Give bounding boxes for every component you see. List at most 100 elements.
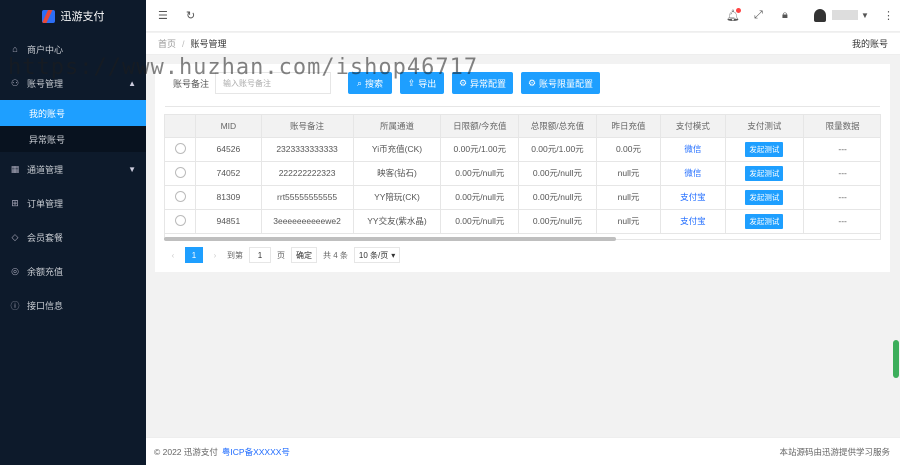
table-row[interactable]: 74052 222222222323 映客(钻石) 0.00元/null元 0.… — [165, 161, 880, 186]
sidebar-subitem-my-accounts[interactable]: 我的账号 — [0, 100, 146, 126]
header-yesterday[interactable]: 昨日充值 — [596, 115, 662, 138]
header-pay-test[interactable]: 支付测试 — [725, 115, 805, 138]
start-test-button[interactable]: 发起测试 — [745, 141, 784, 157]
main-card: 账号备注 输入账号备注 ⌕ 搜索 ⇪ 导出 ⚙ 异常配置 ⚙ 账号限量配置 MI… — [155, 64, 890, 272]
top-header: ☰ ↻ 🔔︎ ⤢ 🔒︎ ▼ ⋮ — [146, 0, 900, 32]
cell-pay-mode: 支付宝 — [680, 192, 706, 202]
row-radio[interactable] — [174, 214, 186, 226]
sidebar-item-label: 接口信息 — [27, 300, 64, 311]
sidebar-item-membership[interactable]: ◇ 会员套餐 — [0, 220, 146, 254]
cell-channel: Yi币充值(CK) — [353, 137, 442, 162]
cell-daily: 0.00元/null元 — [440, 161, 520, 186]
page-1-button[interactable]: 1 — [185, 247, 203, 263]
next-page-button[interactable]: › — [209, 251, 221, 260]
breadcrumb: 首页 / 账号管理 我的账号 — [146, 33, 900, 55]
more-icon[interactable]: ⋮ — [883, 9, 894, 22]
start-test-button[interactable]: 发起测试 — [745, 189, 784, 205]
goto-confirm-button[interactable]: 确定 — [291, 247, 317, 263]
footer-note: 本站源码由迅游提供学习服务 — [779, 446, 890, 457]
limit-config-label: 账号限量配置 — [539, 78, 594, 89]
sidebar-item-order-management[interactable]: ⊞ 订单管理 — [0, 186, 146, 220]
avatar[interactable] — [814, 9, 826, 22]
sidebar-item-label: 订单管理 — [27, 198, 64, 209]
sidebar-item-label: 通道管理 — [27, 164, 64, 175]
footer: © 2022 迅游支付 粤ICP备XXXXX号 本站源码由迅游提供学习服务 — [146, 437, 900, 465]
cell-note: 3eeeeeeeeeewe2 — [261, 209, 354, 234]
refresh-icon[interactable]: ↻ — [186, 9, 195, 22]
limit-config-button[interactable]: ⚙ 账号限量配置 — [521, 72, 600, 94]
header-total-limit[interactable]: 总限额/总充值 — [518, 115, 597, 138]
sidebar-item-balance-recharge[interactable]: ◎ 余额充值 — [0, 254, 146, 288]
table-header-row: MID 账号备注 所属通道 日限额/今充值 总限额/总充值 昨日充值 支付模式 … — [165, 115, 880, 138]
fullscreen-icon[interactable]: ⤢ — [754, 9, 763, 22]
sidebar-item-label: 余额充值 — [27, 266, 64, 277]
sidebar-item-label: 商户中心 — [27, 44, 64, 55]
icp-link[interactable]: 粤ICP备XXXXX号 — [222, 446, 290, 458]
export-button[interactable]: ⇪ 导出 — [400, 72, 444, 94]
cell-channel: YY交友(紫水晶) — [353, 209, 442, 234]
cell-limit: --- — [803, 185, 880, 210]
cell-total: 0.00元/1.00元 — [518, 137, 597, 162]
copyright: © 2022 迅游支付 — [154, 446, 218, 457]
cell-daily: 0.00元/null元 — [440, 209, 520, 234]
page-tab-label[interactable]: 我的账号 — [852, 37, 888, 50]
side-scroll-handle[interactable] — [893, 340, 899, 378]
header-account-note[interactable]: 账号备注 — [261, 115, 354, 138]
chevron-down-icon[interactable]: ▼ — [861, 11, 869, 20]
breadcrumb-separator: / — [182, 38, 185, 49]
username-redacted[interactable] — [832, 10, 858, 20]
breadcrumb-current: 账号管理 — [190, 39, 227, 49]
sidebar: 迅游支付 ⌂ 商户中心 ⚇ 账号管理 ▲ 我的账号 异常账号 ▦ 通道管理 ▼ … — [0, 0, 146, 465]
search-button-label: 搜索 — [365, 78, 384, 89]
logo-icon — [41, 9, 55, 23]
sidebar-item-label: 账号管理 — [27, 78, 64, 89]
menu-toggle-icon[interactable]: ☰ — [158, 9, 168, 22]
app-logo[interactable]: 迅游支付 — [0, 0, 146, 32]
abnormal-config-button[interactable]: ⚙ 异常配置 — [452, 72, 513, 94]
lock-icon[interactable]: 🔒︎ — [782, 9, 788, 22]
table-row[interactable]: 64526 2323333333333 Yi币充值(CK) 0.00元/1.00… — [165, 137, 880, 162]
table-row[interactable]: 94851 3eeeeeeeeeewe2 YY交友(紫水晶) 0.00元/nul… — [165, 209, 880, 234]
cart-icon: ⊞ — [11, 197, 19, 208]
prev-page-button[interactable]: ‹ — [167, 251, 179, 260]
start-test-button[interactable]: 发起测试 — [745, 165, 784, 181]
page-unit-label: 页 — [277, 250, 285, 260]
account-note-input[interactable]: 输入账号备注 — [215, 72, 332, 94]
export-button-label: 导出 — [418, 78, 437, 89]
sidebar-item-label: 会员套餐 — [27, 232, 64, 243]
cell-channel: 映客(钻石) — [353, 161, 442, 186]
header-channel[interactable]: 所属通道 — [353, 115, 442, 138]
sidebar-item-account-management[interactable]: ⚇ 账号管理 ▲ — [0, 66, 146, 100]
app-title: 迅游支付 — [60, 11, 105, 23]
table-row[interactable]: 81309 rrt55555555555 YY陪玩(CK) 0.00元/null… — [165, 185, 880, 210]
cell-yesterday: 0.00元 — [596, 137, 662, 162]
total-count: 共 4 条 — [323, 250, 348, 260]
cell-note: rrt55555555555 — [261, 185, 354, 210]
cell-daily: 0.00元/null元 — [440, 185, 520, 210]
row-radio[interactable] — [174, 142, 186, 154]
sidebar-item-api-info[interactable]: ⓘ 接口信息 — [0, 288, 146, 322]
header-limit-data[interactable]: 限量数据 — [803, 115, 880, 138]
cell-daily: 0.00元/1.00元 — [440, 137, 520, 162]
table-horizontal-scrollbar[interactable] — [164, 237, 616, 241]
sidebar-submenu: 我的账号 异常账号 — [0, 100, 146, 152]
cell-note: 222222222323 — [261, 161, 354, 186]
breadcrumb-home[interactable]: 首页 — [158, 37, 176, 50]
row-radio[interactable] — [174, 190, 186, 202]
cell-yesterday: null元 — [596, 185, 662, 210]
page-size-select[interactable]: 10 条/页 ▾ — [353, 247, 401, 263]
sidebar-subitem-abnormal-accounts[interactable]: 异常账号 — [0, 126, 146, 152]
goto-page-input[interactable]: 1 — [249, 247, 271, 263]
header-mid[interactable]: MID — [195, 115, 262, 138]
sidebar-item-channel-management[interactable]: ▦ 通道管理 ▼ — [0, 152, 146, 186]
start-test-button[interactable]: 发起测试 — [745, 213, 784, 229]
gear-icon: ⚙ — [527, 77, 537, 88]
search-button[interactable]: ⌕ 搜索 — [348, 72, 392, 94]
header-pay-mode[interactable]: 支付模式 — [660, 115, 726, 138]
sidebar-item-merchant-center[interactable]: ⌂ 商户中心 — [0, 32, 146, 66]
header-daily-limit[interactable]: 日限额/今充值 — [440, 115, 520, 138]
row-radio[interactable] — [174, 166, 186, 178]
info-icon: ⓘ — [10, 300, 20, 311]
chevron-down-icon: ▾ — [391, 250, 396, 260]
cell-mid: 94851 — [195, 209, 262, 234]
